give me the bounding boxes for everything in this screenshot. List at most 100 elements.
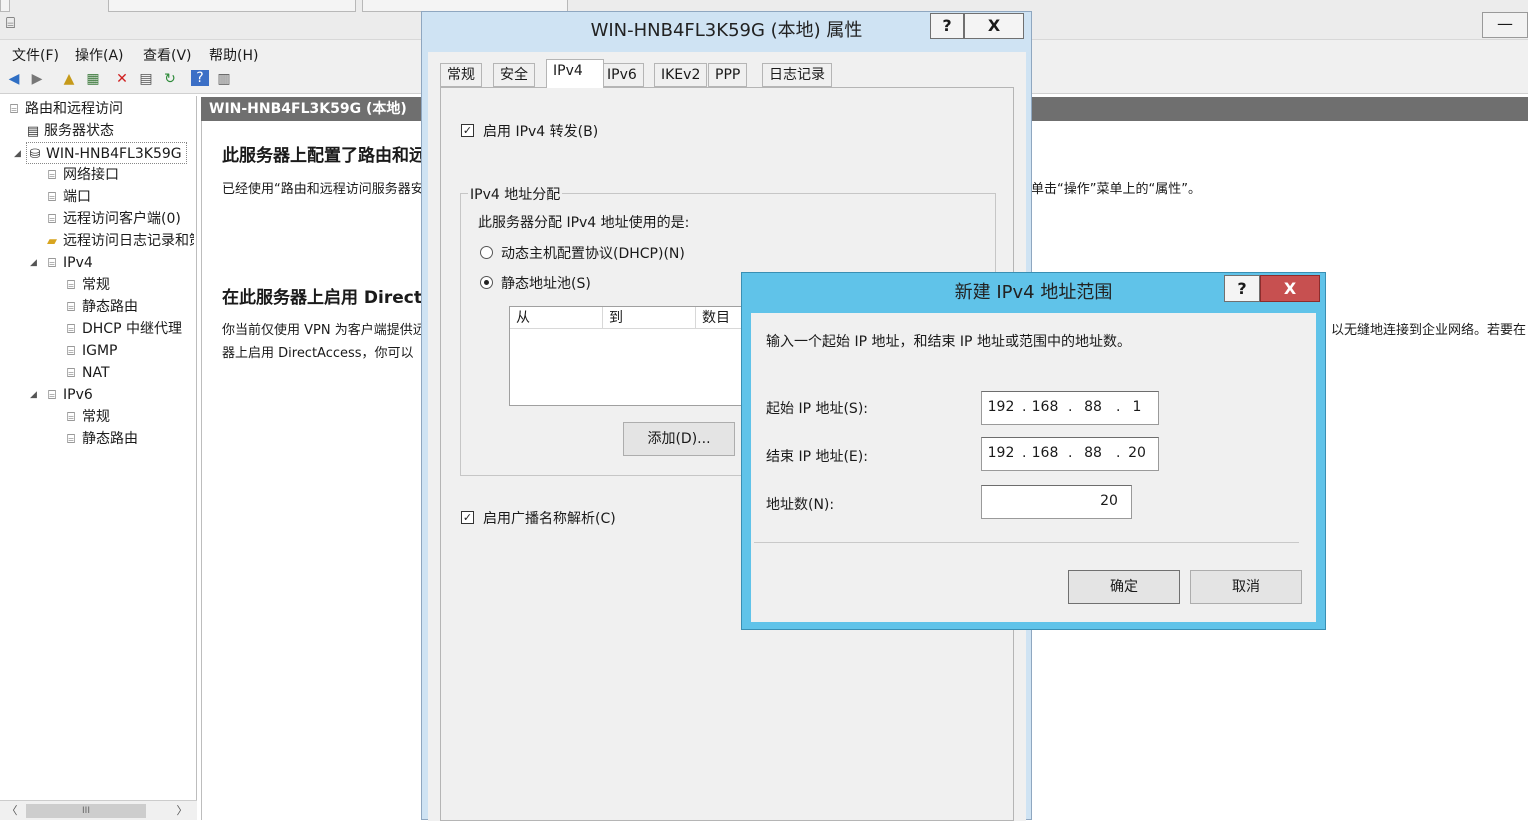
tree-item-ipv6[interactable]: ◢ ⌸ IPv6 [30, 384, 93, 406]
tree-horizontal-scrollbar[interactable]: 〈 III 〉 [0, 800, 197, 820]
tab-ikev2[interactable]: IKEv2 [654, 63, 708, 87]
column-to[interactable]: 到 [603, 307, 696, 329]
start-ip-field[interactable]: 192 . 168 . 88 . 1 [981, 391, 1159, 425]
new-range-close-button[interactable]: X [1260, 275, 1320, 302]
start-ip-octet-3[interactable]: 88 [1076, 399, 1110, 415]
expand-toggle-icon[interactable]: ◢ [14, 143, 21, 165]
tree-item-dhcp-relay[interactable]: ⌸ DHCP 中继代理 [63, 318, 182, 340]
ip-dot: . [1068, 399, 1073, 415]
new-range-help-button[interactable]: ? [1224, 275, 1260, 302]
tree-label: 静态路由 [82, 299, 138, 315]
minimize-button[interactable]: — [1482, 12, 1528, 38]
scroll-right-icon[interactable]: 〉 [174, 803, 190, 819]
tree-item-remote-clients[interactable]: ⌸ 远程访问客户端(0) [44, 208, 181, 230]
section-text-configured-right: 单击“操作”菜单上的“属性”。 [1031, 182, 1201, 197]
menu-action[interactable]: 操作(A) [75, 45, 124, 65]
expand-toggle-icon[interactable]: ◢ [30, 384, 37, 406]
tab-security[interactable]: 安全 [493, 63, 535, 87]
menu-help[interactable]: 帮助(H) [209, 45, 258, 65]
end-ip-octet-2[interactable]: 168 [1028, 445, 1062, 461]
tree-label: NAT [82, 365, 110, 381]
static-pool-radio[interactable] [480, 276, 493, 289]
properties-close-button[interactable]: X [964, 13, 1024, 39]
start-ip-octet-2[interactable]: 168 [1028, 399, 1062, 415]
assign-prompt: 此服务器分配 IPv4 地址使用的是: [478, 215, 690, 231]
help-icon[interactable]: ? [191, 70, 209, 86]
tree-item-server[interactable]: ◢ ⛁ WIN-HNB4FL3K59G [14, 142, 187, 164]
server-icon: ⛁ [29, 147, 41, 162]
end-ip-field[interactable]: 192 . 168 . 88 . 20 [981, 437, 1159, 471]
view-icon[interactable]: ▥ [215, 70, 233, 88]
enable-forwarding-checkbox[interactable]: ✓ [461, 124, 474, 137]
taskbar-tab[interactable] [108, 0, 356, 12]
start-ip-octet-4[interactable]: 1 [1120, 399, 1154, 415]
add-button[interactable]: 添加(D)... [623, 422, 735, 456]
address-count-value[interactable]: 20 [1092, 493, 1126, 509]
start-ip-octet-1[interactable]: 192 [984, 399, 1018, 415]
properties-help-button[interactable]: ? [930, 13, 964, 39]
protocol-icon: ⌸ [67, 410, 75, 425]
scroll-left-icon[interactable]: 〈 [4, 803, 20, 819]
tree-item-nat[interactable]: ⌸ NAT [63, 362, 110, 384]
properties-icon[interactable]: ▤ [137, 70, 155, 88]
scroll-thumb[interactable]: III [26, 804, 146, 818]
protocol-icon: ⌸ [67, 300, 75, 315]
show-hide-tree-icon[interactable]: ▦ [84, 70, 102, 88]
ok-button[interactable]: 确定 [1068, 570, 1180, 604]
ipv4-assignment-group-title: IPv4 地址分配 [468, 184, 563, 204]
folder-icon: ▰ [47, 234, 57, 249]
end-ip-octet-1[interactable]: 192 [984, 445, 1018, 461]
tree-item-server-status[interactable]: ▤ 服务器状态 [25, 120, 114, 142]
section-text-configured-left: 已经使用“路由和远程访问服务器安装向导”配置了此服务器。要更改此服务器的配置，请 [222, 182, 422, 197]
ip-dot: . [1022, 445, 1027, 461]
tree-root-routing[interactable]: ⌸ 路由和远程访问 [6, 98, 123, 120]
server-status-icon: ▤ [26, 124, 40, 139]
back-arrow-icon[interactable]: ◀ [5, 70, 23, 88]
delete-icon[interactable]: ✕ [113, 70, 131, 88]
tree-label: IPv4 [63, 255, 93, 271]
tree-label: 服务器状态 [44, 123, 114, 139]
broadcast-name-checkbox[interactable]: ✓ [461, 511, 474, 524]
taskbar-tab[interactable] [0, 0, 10, 12]
tree-item-ipv6-general[interactable]: ⌸ 常规 [63, 406, 110, 428]
address-count-label: 地址数(N): [766, 497, 835, 513]
section-title-configured: 此服务器上配置了路由和远程访问 [222, 146, 422, 166]
tree-label: 静态路由 [82, 431, 138, 447]
section-text-directaccess-2: 器上启用 DirectAccess，你可以 [222, 346, 414, 361]
tab-ppp[interactable]: PPP [708, 63, 748, 87]
ip-dot: . [1022, 399, 1027, 415]
tree-item-ports[interactable]: ⌸ 端口 [44, 186, 91, 208]
address-count-field[interactable]: 20 [981, 485, 1132, 519]
tree-item-remote-logging[interactable]: ▰ 远程访问日志记录和策略 [44, 230, 194, 252]
tree-item-ipv4[interactable]: ◢ ⌸ IPv4 [30, 252, 93, 274]
column-from[interactable]: 从 [510, 307, 603, 329]
tree-item-ipv4-general[interactable]: ⌸ 常规 [63, 274, 110, 296]
tree-item-igmp[interactable]: ⌸ IGMP [63, 340, 117, 362]
tree-label: 远程访问日志记录和策略 [63, 233, 194, 249]
tree-item-ipv6-static-routes[interactable]: ⌸ 静态路由 [63, 428, 138, 450]
tab-ipv6[interactable]: IPv6 [600, 63, 644, 87]
dhcp-radio[interactable] [480, 246, 493, 259]
dialog-separator [754, 542, 1299, 543]
cancel-button[interactable]: 取消 [1190, 570, 1302, 604]
end-ip-octet-3[interactable]: 88 [1076, 445, 1110, 461]
tree-item-ipv4-static-routes[interactable]: ⌸ 静态路由 [63, 296, 138, 318]
static-pool-list[interactable]: 从 到 数目 [509, 306, 756, 406]
tab-ipv4[interactable]: IPv4 [546, 59, 604, 88]
mmc-app-icon: ⌸ [6, 14, 16, 32]
tree-item-network-interfaces[interactable]: ⌸ 网络接口 [44, 164, 119, 186]
menu-view[interactable]: 查看(V) [143, 45, 192, 65]
tree-label: IPv6 [63, 387, 93, 403]
menu-file[interactable]: 文件(F) [12, 45, 59, 65]
tree-label: WIN-HNB4FL3K59G [46, 146, 182, 162]
ip-dot: . [1068, 445, 1073, 461]
forward-arrow-icon[interactable]: ▶ [28, 70, 46, 88]
refresh-icon[interactable]: ↻ [161, 70, 179, 88]
end-ip-octet-4[interactable]: 20 [1120, 445, 1154, 461]
tab-logging[interactable]: 日志记录 [762, 63, 832, 87]
tab-general[interactable]: 常规 [440, 63, 482, 87]
up-folder-icon[interactable]: ▲ [60, 70, 78, 88]
tree-label: DHCP 中继代理 [82, 321, 182, 337]
tree-label: 端口 [63, 189, 91, 205]
expand-toggle-icon[interactable]: ◢ [30, 252, 37, 274]
